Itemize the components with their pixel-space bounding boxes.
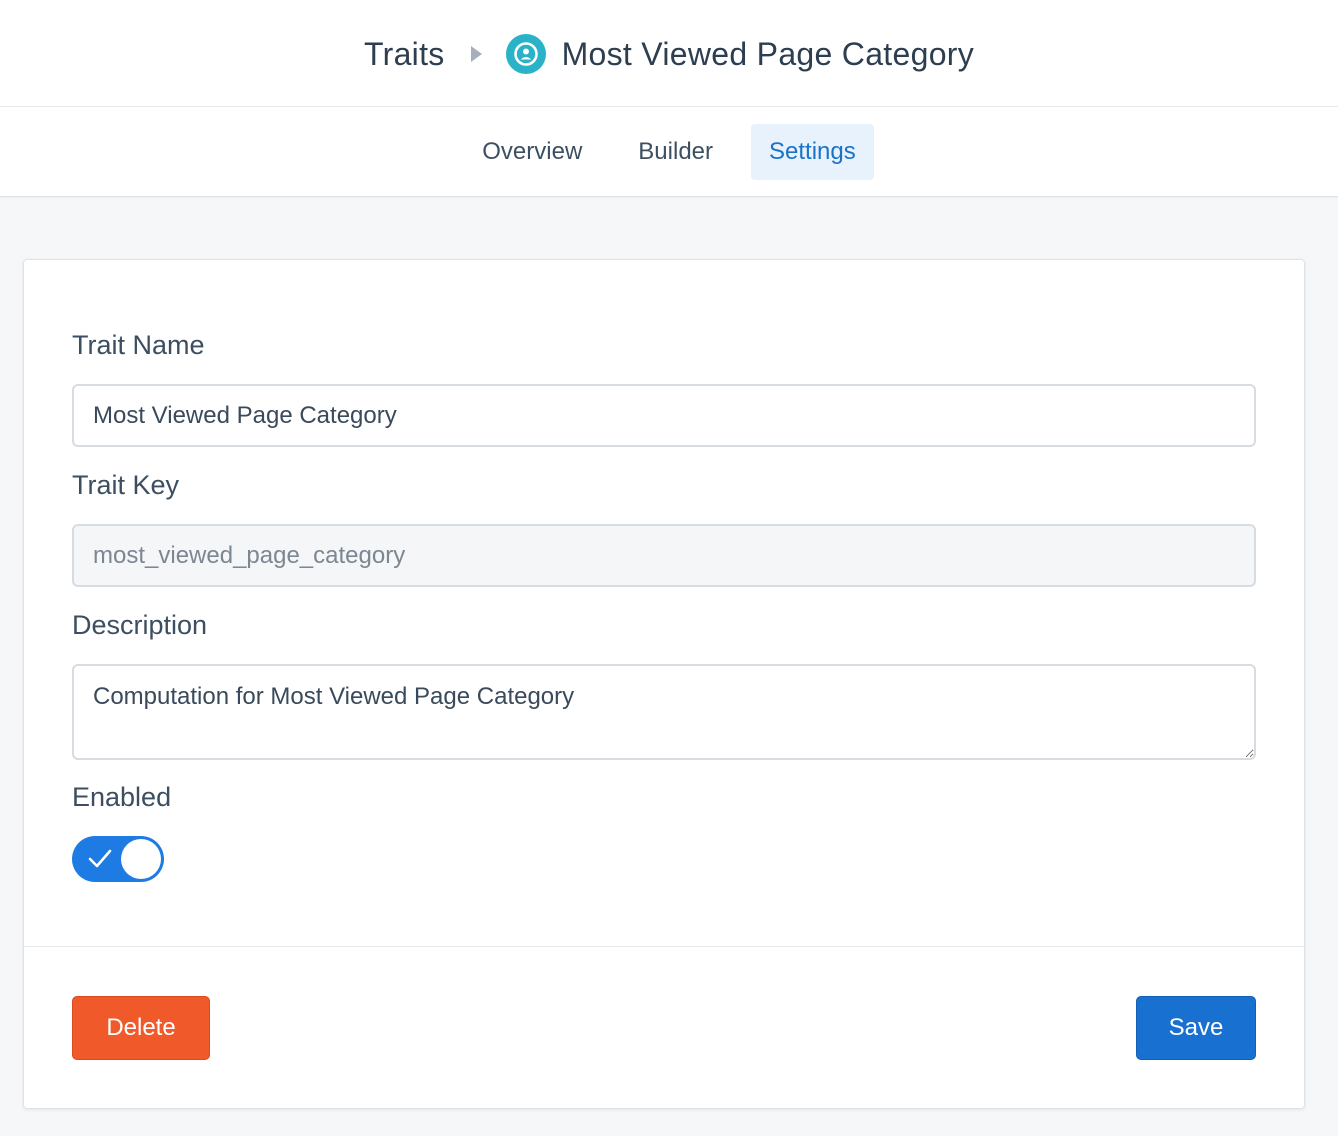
checkmark-icon [88, 849, 112, 868]
tab-builder[interactable]: Builder [620, 124, 731, 180]
breadcrumb: Traits Most Viewed Page Category [364, 34, 974, 74]
enabled-label: Enabled [72, 782, 172, 812]
page-header: Traits Most Viewed Page Category [0, 0, 1338, 107]
toggle-knob [121, 839, 161, 879]
footer-divider [24, 946, 1304, 947]
person-circle-icon [505, 34, 546, 74]
description-textarea[interactable]: Computation for Most Viewed Page Categor… [72, 664, 1256, 760]
tab-bar: Overview Builder Settings [0, 107, 1338, 197]
trait-name-label: Trait Name [72, 330, 205, 360]
tab-overview[interactable]: Overview [464, 124, 600, 180]
chevron-right-icon [470, 46, 482, 62]
delete-button[interactable]: Delete [72, 996, 210, 1060]
tab-settings[interactable]: Settings [751, 123, 874, 180]
breadcrumb-traits-link[interactable]: Traits [364, 36, 445, 73]
page-title: Most Viewed Page Category [561, 35, 975, 72]
trait-key-input [72, 524, 1256, 587]
settings-card: Trait Name Trait Key Description Computa… [23, 259, 1305, 1109]
enabled-toggle[interactable] [72, 836, 164, 882]
trait-key-label: Trait Key [72, 470, 180, 500]
description-label: Description [72, 610, 208, 640]
save-button[interactable]: Save [1136, 996, 1256, 1060]
trait-name-input[interactable] [72, 384, 1256, 447]
